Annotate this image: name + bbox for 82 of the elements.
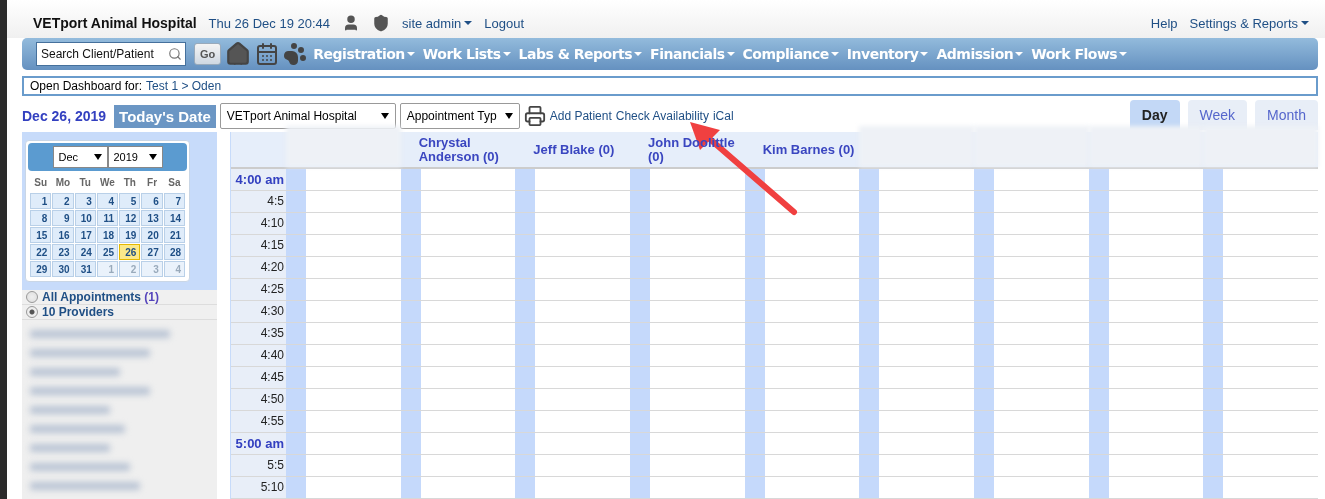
dashboard-path-link[interactable]: Test 1 > Oden <box>146 79 222 93</box>
time-label: 4:35 <box>231 323 286 344</box>
settings-menu[interactable]: Settings & Reports <box>1189 15 1309 31</box>
calendar-day[interactable]: 13 <box>141 210 163 226</box>
calendar-day[interactable]: 14 <box>163 210 185 226</box>
weekday-label: Mo <box>54 176 72 190</box>
toolbar-link[interactable]: Add Patient <box>549 109 612 123</box>
weekday-label: Fr <box>146 176 159 190</box>
logout-link[interactable]: Logout <box>484 15 525 31</box>
time-label: 4:00 am <box>231 169 286 190</box>
radio-button[interactable] <box>26 291 38 303</box>
help-link[interactable]: Help <box>1150 15 1178 31</box>
location-select[interactable]: VETport Animal Hospital <box>219 103 396 129</box>
time-label: 5:10 <box>231 477 286 498</box>
calendar-day[interactable]: 9 <box>52 210 74 226</box>
appointment-type-select[interactable]: Appointment Typ <box>399 103 520 129</box>
time-label: 5:5 <box>231 455 286 476</box>
weekday-label: Su <box>33 176 49 190</box>
search-field[interactable]: Search Client/Patient <box>36 42 186 66</box>
calendar-day[interactable]: 15 <box>30 227 52 243</box>
calendar-day[interactable]: 2 <box>52 193 74 209</box>
calendar-day[interactable]: 20 <box>141 227 163 243</box>
user-menu[interactable]: site admin <box>402 15 473 31</box>
calendar-day[interactable]: 23 <box>52 244 74 260</box>
go-button[interactable]: Go <box>194 43 222 65</box>
calendar-day[interactable]: 24 <box>74 244 96 260</box>
calendar-day[interactable]: 6 <box>141 193 163 209</box>
calendar-day[interactable]: 22 <box>30 244 52 260</box>
time-label: 4:10 <box>231 213 286 234</box>
date-time: Thu 26 Dec 19 20:44 <box>208 15 331 31</box>
calendar-day[interactable]: 26 <box>119 244 141 260</box>
calendar-day[interactable]: 29 <box>30 261 52 277</box>
toolbar-link[interactable]: Check Availability <box>615 109 709 123</box>
shield-icon <box>372 14 391 32</box>
weekday-label: Tu <box>78 176 92 190</box>
dashboard-label: Open Dashboard for: <box>30 79 143 93</box>
app-title: VETport Animal Hospital <box>33 15 197 31</box>
calendar-day[interactable]: 7 <box>163 193 185 209</box>
calendar-icon[interactable] <box>255 42 280 66</box>
current-date: Dec 26, 2019 <box>22 108 107 124</box>
toolbar-link[interactable]: iCal <box>712 109 734 123</box>
time-label: 4:30 <box>231 301 286 322</box>
calendar-day[interactable]: 16 <box>52 227 74 243</box>
paw-icon[interactable] <box>283 42 308 66</box>
year-select[interactable]: 2019 <box>107 146 163 168</box>
calendar-day[interactable]: 11 <box>96 210 119 226</box>
calendar-day[interactable]: 12 <box>119 210 141 226</box>
time-label: 4:25 <box>231 279 286 300</box>
time-label: 5:00 am <box>231 433 286 454</box>
calendar-day[interactable]: 1 <box>30 193 52 209</box>
calendar-day[interactable]: 10 <box>74 210 96 226</box>
month-select[interactable]: Dec <box>52 146 108 168</box>
radio-button[interactable] <box>26 306 38 318</box>
calendar-day[interactable]: 3 <box>74 193 96 209</box>
calendar-day[interactable]: 31 <box>74 261 96 277</box>
home-icon[interactable] <box>225 41 252 67</box>
calendar-day[interactable]: 5 <box>119 193 141 209</box>
time-label: 4:40 <box>231 345 286 366</box>
calendar-day[interactable]: 17 <box>74 227 96 243</box>
time-label: 4:5 <box>231 191 286 212</box>
search-icon[interactable] <box>168 47 182 61</box>
weekday-label: Th <box>122 176 137 190</box>
printer-icon[interactable] <box>523 105 546 127</box>
calendar-day[interactable]: 30 <box>52 261 74 277</box>
time-label: 4:20 <box>231 257 286 278</box>
calendar-day[interactable]: 19 <box>119 227 141 243</box>
provider-name[interactable]: Jeff Blake (0) <box>533 142 615 157</box>
time-label: 4:50 <box>231 389 286 410</box>
time-label: 4:55 <box>231 411 286 432</box>
calendar-day[interactable]: 25 <box>96 244 119 260</box>
provider-name[interactable]: Chrystal Anderson (0) <box>418 135 516 164</box>
time-label: 4:45 <box>231 367 286 388</box>
provider-name[interactable]: Kim Barnes (0) <box>762 142 855 157</box>
calendar-day[interactable]: 27 <box>141 244 163 260</box>
calendar-day[interactable]: 18 <box>96 227 119 243</box>
calendar-day[interactable]: 4 <box>96 193 119 209</box>
calendar-day[interactable]: 8 <box>30 210 52 226</box>
weekday-label: We <box>99 176 116 190</box>
calendar-day[interactable]: 21 <box>163 227 185 243</box>
time-label: 4:15 <box>231 235 286 256</box>
calendar-day[interactable]: 28 <box>163 244 185 260</box>
weekday-label: Sa <box>167 176 182 190</box>
